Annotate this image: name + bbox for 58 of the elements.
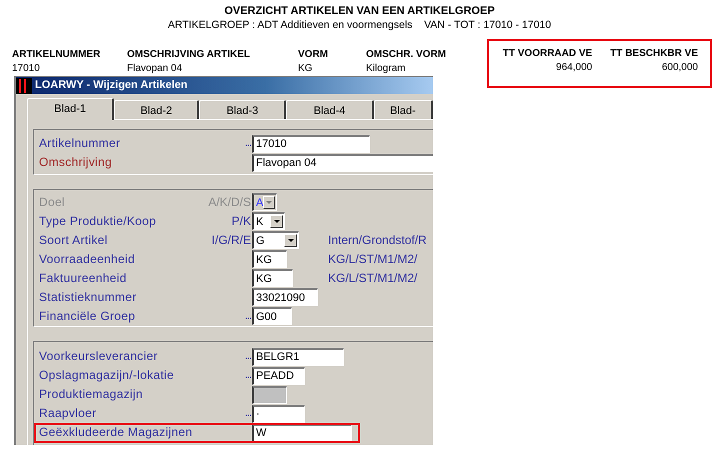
tab[interactable]: Blad-2 xyxy=(114,100,200,119)
input-field[interactable]: BELGR1 xyxy=(252,348,344,366)
hint-text: KG/L/ST/M1/M2/ xyxy=(328,251,418,268)
field-label: Statistieknummer xyxy=(39,290,136,305)
lookup-dots[interactable]: ... xyxy=(244,350,251,364)
input-field[interactable]: 17010 xyxy=(252,134,370,152)
field-label: Raapvloer xyxy=(39,406,96,422)
field-label: Voorkeursleverancier xyxy=(39,349,158,364)
dropdown: A xyxy=(252,193,277,212)
field-label: Type Produktie/Koop xyxy=(39,214,156,229)
input-field[interactable]: Flavopan 04 xyxy=(252,154,433,172)
input-field[interactable]: 33021090 xyxy=(252,288,318,306)
field-label: Geëxkludeerde Magazijnen xyxy=(39,425,192,440)
hint-text: Intern/Grondstof/R xyxy=(328,232,427,250)
column-header: ARTIKELNUMMER xyxy=(12,49,100,60)
stripes-icon xyxy=(16,78,32,94)
dropdown[interactable]: K xyxy=(252,212,285,230)
report-subtitle: ARTIKELGROEP : ADT Additieven en voormengsels VAN - TOT : 17010 - 17010 xyxy=(168,18,552,32)
lookup-dots[interactable]: ... xyxy=(244,310,251,323)
column-header: TT BESCHKBR VE xyxy=(610,47,698,61)
field-label: Produktiemagazijn xyxy=(39,387,143,402)
tab[interactable]: Blad-3 xyxy=(199,100,286,119)
field-label: Faktuureenheid xyxy=(39,270,127,286)
table-cell: Kilogram xyxy=(366,63,406,74)
input-field[interactable]: · xyxy=(252,404,305,423)
code-hint: P/K xyxy=(232,214,251,229)
column-header: TT VOORRAAD VE xyxy=(502,47,592,61)
table-cell: KG xyxy=(298,63,312,74)
window-title: LOARWY - Wijzigen Artikelen xyxy=(35,78,188,94)
field-label: Voorraadeenheid xyxy=(39,252,135,267)
dropdown[interactable]: G xyxy=(252,231,299,250)
field-label: Omschrijving xyxy=(39,155,112,170)
table-cell: Flavopan 04 xyxy=(127,63,182,74)
field-label: Soort Artikel xyxy=(39,232,108,248)
input-field[interactable]: PEADD xyxy=(252,366,305,385)
input-field[interactable]: KG xyxy=(252,269,293,288)
report-title: OVERZICHT ARTIKELEN VAN EEN ARTIKELGROEP xyxy=(224,4,495,18)
column-header: OMSCHRIJVING ARTIKEL xyxy=(127,49,250,60)
field-label: Artikelnummer xyxy=(39,136,120,151)
input-field[interactable]: G00 xyxy=(252,307,292,326)
table-cell: 964,000 xyxy=(556,61,592,75)
table-cell: 17010 xyxy=(12,63,40,74)
lookup-dots[interactable]: ... xyxy=(244,369,251,382)
code-hint: A/K/D/S xyxy=(208,194,251,210)
field-label: Doel xyxy=(39,194,65,210)
hint-text: KG/L/ST/M1/M2/ xyxy=(328,270,418,288)
field-label: Financiële Groep xyxy=(39,308,136,324)
tab[interactable]: Blad-1 xyxy=(27,98,114,120)
table-cell: 600,000 xyxy=(662,61,698,75)
field-label: Opslagmagazijn/-lokatie xyxy=(39,368,174,384)
column-header: OMSCHR. VORM xyxy=(366,49,446,60)
lookup-dots[interactable]: ... xyxy=(244,137,251,150)
code-hint: I/G/R/E xyxy=(212,232,251,248)
tab[interactable]: Blad- xyxy=(374,100,433,119)
tab[interactable]: Blad-4 xyxy=(286,100,374,119)
column-header: VORM xyxy=(298,49,328,60)
input-field[interactable]: KG xyxy=(252,250,287,268)
lookup-dots[interactable]: ... xyxy=(244,407,251,420)
